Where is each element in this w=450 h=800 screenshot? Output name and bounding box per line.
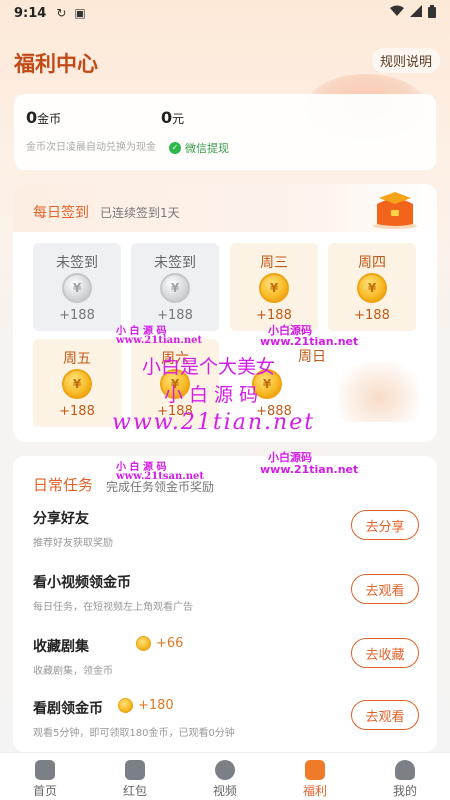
status-time: 9:14 <box>14 5 47 21</box>
bottom-tab-bar: 首页 红包 视频 福利 我的 <box>0 752 450 800</box>
task-desc: 每日任务，在短视频左上角观看广告 <box>33 602 193 613</box>
task-desc: 推荐好友获取奖励 <box>33 538 113 549</box>
tab-red-envelope[interactable]: 红包 <box>90 753 180 800</box>
gift-bag-icon <box>369 186 421 230</box>
tab-label: 首页 <box>32 784 57 798</box>
day-label: 周日 <box>298 349 326 365</box>
task-name: 收藏剧集 <box>33 639 89 655</box>
day-reward: +188 <box>157 308 193 323</box>
coin-icon: ¥ <box>62 369 92 399</box>
tasks-subtitle: 完成任务领金币奖励 <box>106 480 215 494</box>
coin-icon: ¥ <box>160 369 190 399</box>
tab-label: 我的 <box>392 784 417 798</box>
checkin-title: 每日签到 <box>33 205 89 221</box>
share-button[interactable]: 去分享 <box>351 510 419 540</box>
cash-value: 0 <box>161 108 173 127</box>
bonus-bag-decoration <box>339 362 419 422</box>
task-reward-value: +66 <box>156 636 184 651</box>
task-name: 看剧领金币 <box>33 701 103 717</box>
tab-label: 福利 <box>302 784 327 798</box>
day-reward: +888 <box>256 404 292 419</box>
coin-icon <box>136 636 151 651</box>
checkin-day-2[interactable]: 未签到 ¥ +188 <box>131 243 219 331</box>
coins-note: 金币次日凌晨自动兑换为现金 <box>26 142 156 153</box>
day-label: 周五 <box>63 351 91 367</box>
coins-unit: 金币 <box>37 112 62 126</box>
checkin-streak: 已连续签到1天 <box>100 206 180 220</box>
checkin-day-3[interactable]: 周三 ¥ +188 <box>230 243 318 331</box>
day-reward: +188 <box>157 404 193 419</box>
cash-unit: 元 <box>172 112 185 126</box>
checkin-day-5[interactable]: 周五 ¥ +188 <box>33 339 121 427</box>
watch-shorts-button[interactable]: 去观看 <box>351 574 419 604</box>
balance-card: 0金币 金币次日凌晨自动兑换为现金 0元 ✓ 微信提现 <box>14 94 436 170</box>
tab-label: 视频 <box>212 784 237 798</box>
tab-profile[interactable]: 我的 <box>360 753 450 800</box>
gift-icon <box>305 760 325 780</box>
day-reward: +188 <box>354 308 390 323</box>
wechat-withdraw-link[interactable]: ✓ 微信提现 <box>169 140 229 156</box>
tab-video[interactable]: 视频 <box>180 753 270 800</box>
coin-icon: ¥ <box>160 273 190 303</box>
sync-icon: ↻ <box>56 6 67 20</box>
tab-label: 红包 <box>122 784 147 798</box>
withdraw-label: 微信提现 <box>185 142 229 155</box>
rules-button[interactable]: 规则说明 <box>371 48 440 73</box>
checkin-day-1[interactable]: 未签到 ¥ +188 <box>33 243 121 331</box>
task-item: 收藏剧集 +66 收藏剧集，领金币 去收藏 <box>33 636 423 686</box>
coin-icon: ¥ <box>252 369 282 399</box>
checkin-card: 每日签到 已连续签到1天 未签到 ¥ +188 未签到 ¥ +188 周三 ¥ … <box>13 184 437 442</box>
task-reward: +180 <box>118 698 174 713</box>
collect-button[interactable]: 去收藏 <box>351 638 419 668</box>
coins-balance: 0金币 <box>26 108 61 127</box>
day-reward: +188 <box>59 308 95 323</box>
tab-home[interactable]: 首页 <box>0 753 90 800</box>
task-item: 分享好友 推荐好友获取奖励 去分享 <box>33 508 423 558</box>
tab-welfare[interactable]: 福利 <box>270 753 360 800</box>
red-envelope-icon <box>125 760 145 780</box>
day-label: 周四 <box>358 255 386 271</box>
day-label: 未签到 <box>154 255 196 271</box>
day-reward: +188 <box>256 308 292 323</box>
home-icon <box>35 760 55 780</box>
check-icon: ✓ <box>169 142 181 154</box>
tasks-title: 日常任务 <box>33 476 94 494</box>
task-item: 看剧领金币 +180 观看5分钟，即可领取180金币，已观看0分钟 去观看 <box>33 698 423 748</box>
coins-value: 0 <box>26 108 38 127</box>
a-icon: ▣ <box>74 6 86 20</box>
task-reward-value: +180 <box>138 698 174 713</box>
status-bar: 9:14 ↻ ▣ <box>0 0 450 26</box>
battery-icon <box>428 4 436 22</box>
header: 福利中心 规则说明 <box>0 40 450 140</box>
task-desc: 观看5分钟，即可领取180金币，已观看0分钟 <box>33 728 235 739</box>
coin-icon: ¥ <box>62 273 92 303</box>
task-desc: 收藏剧集，领金币 <box>33 666 113 677</box>
task-reward: +66 <box>136 636 183 651</box>
task-name: 分享好友 <box>33 511 89 527</box>
tasks-card: 日常任务 完成任务领金币奖励 分享好友 推荐好友获取奖励 去分享 看小视频领金币… <box>13 456 437 752</box>
coin-icon: ¥ <box>357 273 387 303</box>
checkin-day-6[interactable]: 周六 ¥ +188 <box>131 339 219 427</box>
day-label: 未签到 <box>56 255 98 271</box>
coin-icon: ¥ <box>259 273 289 303</box>
cash-balance: 0元 <box>161 108 184 127</box>
signal-icon <box>410 5 422 21</box>
day-label: 周六 <box>161 351 189 367</box>
watch-drama-button[interactable]: 去观看 <box>351 700 419 730</box>
day-label: 周三 <box>260 255 288 271</box>
coin-icon <box>118 698 133 713</box>
page-title: 福利中心 <box>14 52 98 76</box>
profile-icon <box>395 760 415 780</box>
task-name: 看小视频领金币 <box>33 575 131 591</box>
checkin-day-4[interactable]: 周四 ¥ +188 <box>328 243 416 331</box>
play-icon <box>215 760 235 780</box>
checkin-day-7[interactable]: 周日 ¥ +888 <box>230 339 326 427</box>
day-reward: +188 <box>59 404 95 419</box>
wifi-icon <box>390 5 404 21</box>
task-item: 看小视频领金币 每日任务，在短视频左上角观看广告 去观看 <box>33 572 423 622</box>
